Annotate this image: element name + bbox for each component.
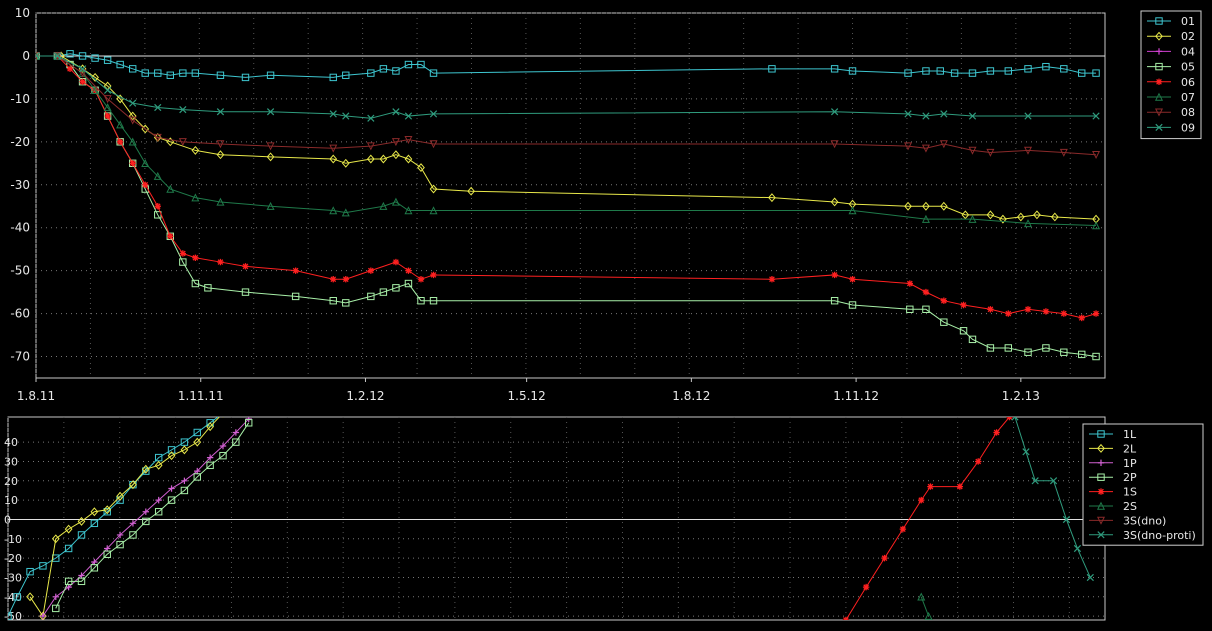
legend-label: 07 xyxy=(1181,91,1195,104)
data-point-06 xyxy=(292,267,299,274)
data-point-06 xyxy=(831,271,838,279)
data-point-06 xyxy=(922,288,930,296)
data-point-06 xyxy=(405,267,412,274)
data-point-1S xyxy=(842,616,850,620)
x-tick-label: 1.8.11 xyxy=(17,389,55,403)
y-tick-label: -10 xyxy=(4,533,22,546)
y-tick-label: 10 xyxy=(4,494,18,507)
y-tick-label: -30 xyxy=(10,178,30,192)
data-point-06 xyxy=(906,280,914,287)
y-tick-label: -20 xyxy=(10,135,30,149)
data-point-06 xyxy=(940,297,948,304)
data-point-1S xyxy=(956,483,964,490)
data-point-06 xyxy=(960,301,967,309)
legend-label: 08 xyxy=(1181,106,1195,119)
data-point-1S xyxy=(862,583,870,591)
y-tick-label: -60 xyxy=(10,307,30,321)
legend-label: 01 xyxy=(1181,15,1195,28)
legend-label: 09 xyxy=(1181,121,1195,134)
chart-panel-2: 403020100-10-20-30-40-501L2L1P2P1S2S3S(d… xyxy=(4,410,1204,623)
data-point-1S xyxy=(927,483,934,490)
legend: 01 02 04 05 06 07 08 09 xyxy=(1140,10,1202,140)
data-point-06 xyxy=(768,276,776,283)
data-point-06 xyxy=(1078,314,1085,322)
data-point-06 xyxy=(392,258,400,266)
data-point-06 xyxy=(849,276,856,283)
legend-label: 3S(dno-proti) xyxy=(1123,529,1196,542)
data-point-06 xyxy=(367,267,375,274)
legend-label: 02 xyxy=(1181,30,1195,43)
legend-label: 3S(dno) xyxy=(1123,514,1166,527)
data-point-1S xyxy=(899,525,907,533)
data-point-06 xyxy=(179,250,187,257)
legend-label: 1S xyxy=(1123,486,1137,499)
plot-frame xyxy=(7,416,1106,621)
y-tick-label: -30 xyxy=(4,571,22,584)
legend-label: 2L xyxy=(1123,442,1137,455)
data-point-1S xyxy=(918,496,925,504)
chart-panel-1: 10 0 -10 -20 -30 -40 -50 -60 -70 1.8.11 1.11.11 1.2… xyxy=(10,6,1202,403)
legend-label: 06 xyxy=(1181,76,1195,89)
data-point-06 xyxy=(154,203,161,210)
y-tick-label: -50 xyxy=(4,610,22,623)
y-tick-label: 10 xyxy=(15,6,30,20)
y-tick-label: -40 xyxy=(10,221,30,235)
data-point-06 xyxy=(242,263,249,270)
chart-area: 10 0 -10 -20 -30 -40 -50 -60 -70 1.8.11 1.11.11 1.2… xyxy=(0,0,1212,627)
y-tick-label: -20 xyxy=(4,552,22,565)
data-point-06 xyxy=(104,112,111,120)
data-point-06 xyxy=(1092,310,1100,317)
legend-label: 2P xyxy=(1123,471,1137,484)
y-tick-label: 30 xyxy=(4,455,18,468)
data-point-06 xyxy=(1005,310,1012,317)
y-tick-label: -50 xyxy=(10,264,30,278)
data-point-06 xyxy=(129,160,136,167)
data-point-06 xyxy=(167,233,174,240)
data-point-06 xyxy=(417,276,425,283)
data-point-06 xyxy=(1060,310,1068,317)
legend-label: 04 xyxy=(1181,45,1195,58)
data-point-1S xyxy=(881,554,888,562)
data-point-2L xyxy=(222,417,224,418)
legend-marker xyxy=(1097,488,1105,495)
y-tick-label: 40 xyxy=(4,436,18,449)
data-point-1S xyxy=(1006,417,1013,421)
data-point-06 xyxy=(1042,308,1050,315)
data-point-06 xyxy=(1024,306,1032,313)
legend-label: 2S xyxy=(1123,500,1137,513)
data-point-06 xyxy=(142,181,149,188)
data-point-06 xyxy=(342,276,349,283)
x-tick-label: 1.11.12 xyxy=(833,389,879,403)
data-point-06 xyxy=(116,138,124,146)
data-point-06 xyxy=(79,78,86,85)
chart-svg: 10 0 -10 -20 -30 -40 -50 -60 -70 1.8.11 1.11.11 1.2… xyxy=(4,6,1204,623)
y-tick-label: -10 xyxy=(10,92,30,106)
data-point-1S xyxy=(975,458,982,465)
legend-label: 05 xyxy=(1181,61,1195,74)
legend-marker xyxy=(1155,78,1163,85)
legend-label: 1L xyxy=(1123,428,1137,441)
data-point-06 xyxy=(192,254,199,261)
x-tick-label: 1.5.12 xyxy=(508,389,546,403)
data-point-1S xyxy=(993,429,1000,436)
data-point-06 xyxy=(430,271,437,279)
data-point-06 xyxy=(987,306,994,313)
data-point-06 xyxy=(217,258,224,266)
legend: 1L2L 1P2P 1S2S3S(dno) 3S(dno-proti) xyxy=(1082,423,1204,546)
y-tick-label: -70 xyxy=(10,350,30,364)
y-tick-label: 0 xyxy=(22,49,30,63)
data-point-1L xyxy=(220,410,226,416)
data-point-06 xyxy=(330,276,337,283)
x-tick-label: 1.2.13 xyxy=(1002,389,1040,403)
y-tick-label: 0 xyxy=(4,513,11,526)
x-tick-label: 1.2.12 xyxy=(346,389,384,403)
x-tick-label: 1.8.12 xyxy=(672,389,710,403)
y-tick-label: 20 xyxy=(4,475,18,488)
legend-label: 1P xyxy=(1123,457,1137,470)
x-tick-label: 1.11.11 xyxy=(178,389,224,403)
